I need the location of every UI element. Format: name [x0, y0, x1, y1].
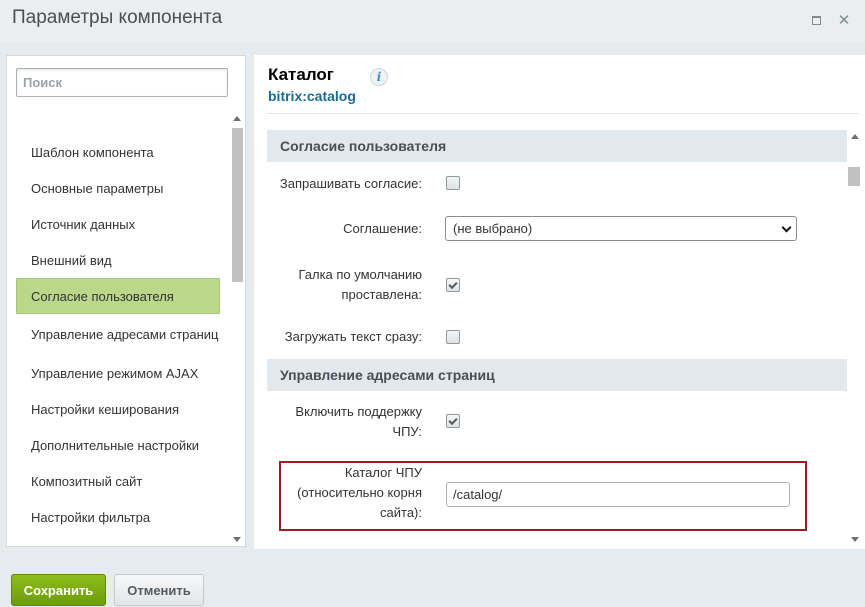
sidebar-item-data-source[interactable]: Источник данных — [16, 206, 220, 242]
scrollbar-thumb[interactable] — [848, 167, 860, 186]
sidebar-item-ajax[interactable]: Управление режимом AJAX — [16, 355, 220, 391]
divider — [267, 113, 859, 114]
sidebar-nav: Шаблон компонента Основные параметры Ист… — [16, 134, 220, 535]
component-code: bitrix:catalog — [268, 88, 356, 104]
title-bar: Параметры компонента ✕ — [0, 0, 865, 42]
sef-mode-label: Включить поддержку ЧПУ: — [295, 404, 422, 439]
load-text-checkbox[interactable] — [446, 330, 460, 344]
search-input[interactable] — [16, 68, 228, 97]
default-checked-checkbox[interactable] — [446, 278, 460, 292]
cancel-button[interactable]: Отменить — [114, 574, 204, 606]
sidebar-item-label: Шаблон компонента — [31, 144, 154, 160]
close-icon: ✕ — [837, 12, 851, 29]
sidebar-item-label: Управление адресами страниц — [31, 327, 219, 342]
sidebar-item-label: Управление режимом AJAX — [31, 365, 199, 381]
sidebar-scrollbar[interactable] — [230, 113, 243, 545]
sidebar-item-filter[interactable]: Настройки фильтра — [16, 499, 220, 535]
maximize-icon — [811, 15, 821, 25]
sidebar-item-page-addresses[interactable]: Управление адресами страниц — [16, 314, 220, 355]
sidebar-item-label: Согласие пользователя — [31, 288, 174, 304]
sidebar-item-label: Настройки кеширования — [31, 401, 180, 417]
agreement-select-value: (не выбрано) — [453, 221, 533, 236]
sidebar-item-caching[interactable]: Настройки кеширования — [16, 391, 220, 427]
scrollbar-thumb[interactable] — [232, 128, 243, 282]
sidebar-item-label: Основные параметры — [31, 180, 164, 196]
sidebar-item-template[interactable]: Шаблон компонента — [16, 134, 220, 170]
sidebar-item-user-consent[interactable]: Согласие пользователя — [16, 278, 220, 314]
sidebar-item-label: Настройки фильтра — [31, 509, 151, 525]
section-header-page-addresses: Управление адресами страниц — [267, 359, 847, 391]
settings-scrollbar[interactable] — [848, 131, 862, 545]
sidebar-item-label: Дополнительные настройки — [31, 437, 200, 453]
info-icon[interactable]: i — [370, 68, 388, 86]
agreement-label: Соглашение: — [343, 221, 422, 236]
sef-mode-checkbox[interactable] — [446, 414, 460, 428]
save-button[interactable]: Сохранить — [11, 574, 106, 606]
sidebar-item-appearance[interactable]: Внешний вид — [16, 242, 220, 278]
component-title: Каталог — [268, 65, 334, 84]
sidebar-item-label: Источник данных — [31, 216, 136, 232]
chevron-down-icon — [781, 222, 792, 233]
sef-folder-input[interactable] — [446, 482, 790, 507]
scroll-down-icon[interactable] — [233, 537, 241, 542]
scroll-up-icon[interactable] — [851, 134, 859, 139]
sidebar-item-basic[interactable]: Основные параметры — [16, 170, 220, 206]
dialog-title: Параметры компонента — [12, 7, 223, 28]
close-button[interactable]: ✕ — [836, 12, 852, 29]
request-consent-checkbox[interactable] — [446, 176, 460, 190]
sidebar: Шаблон компонента Основные параметры Ист… — [6, 55, 246, 547]
sef-folder-label: Каталог ЧПУ (относительно корня сайта): — [297, 465, 422, 520]
sidebar-item-composite[interactable]: Композитный сайт — [16, 463, 220, 499]
sidebar-item-label: Композитный сайт — [31, 473, 143, 489]
scroll-up-icon[interactable] — [233, 116, 241, 121]
section-header-user-consent: Согласие пользователя — [267, 130, 847, 162]
load-text-label: Загружать текст сразу: — [284, 329, 422, 344]
default-checked-label: Галка по умолчанию проставлена: — [298, 267, 422, 302]
agreement-select[interactable]: (не выбрано) — [445, 216, 797, 241]
sidebar-item-label: Внешний вид — [31, 252, 112, 268]
scroll-down-icon[interactable] — [851, 537, 859, 542]
request-consent-label: Запрашивать согласие: — [279, 176, 422, 191]
sidebar-item-additional[interactable]: Дополнительные настройки — [16, 427, 220, 463]
settings-panel: Каталог i bitrix:catalog Согласие пользо… — [254, 55, 865, 549]
maximize-button[interactable] — [808, 12, 824, 28]
